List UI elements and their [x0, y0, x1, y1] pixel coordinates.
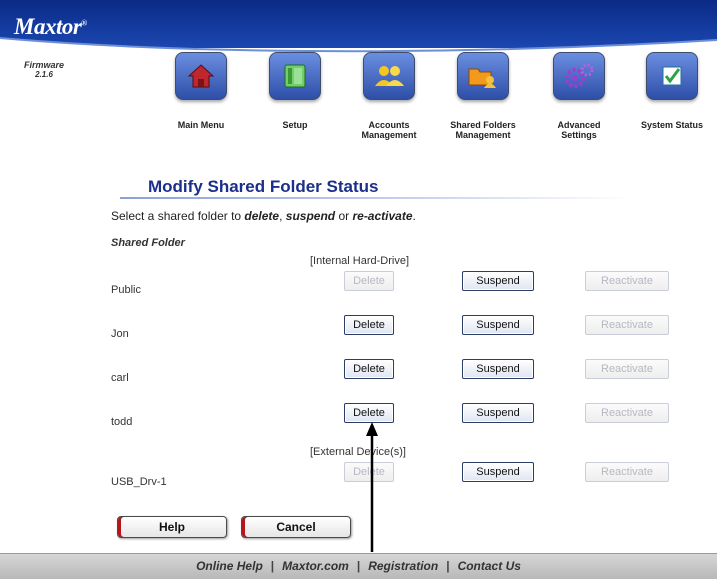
footer-separator: |: [446, 559, 450, 573]
footer-link-registration[interactable]: Registration: [368, 559, 438, 573]
footer-link-online-help[interactable]: Online Help: [196, 559, 263, 573]
help-button[interactable]: Help: [117, 516, 227, 538]
cancel-button[interactable]: Cancel: [241, 516, 351, 538]
footer-link-contact-us[interactable]: Contact Us: [458, 559, 521, 573]
footer-link-maxtor-com[interactable]: Maxtor.com: [282, 559, 349, 573]
footer-separator: |: [356, 559, 361, 573]
annotation-arrow: [366, 422, 378, 552]
footer-separator: |: [270, 559, 275, 573]
footer-bar: Online Help | Maxtor.com | Registration | Cont…: [0, 553, 717, 579]
